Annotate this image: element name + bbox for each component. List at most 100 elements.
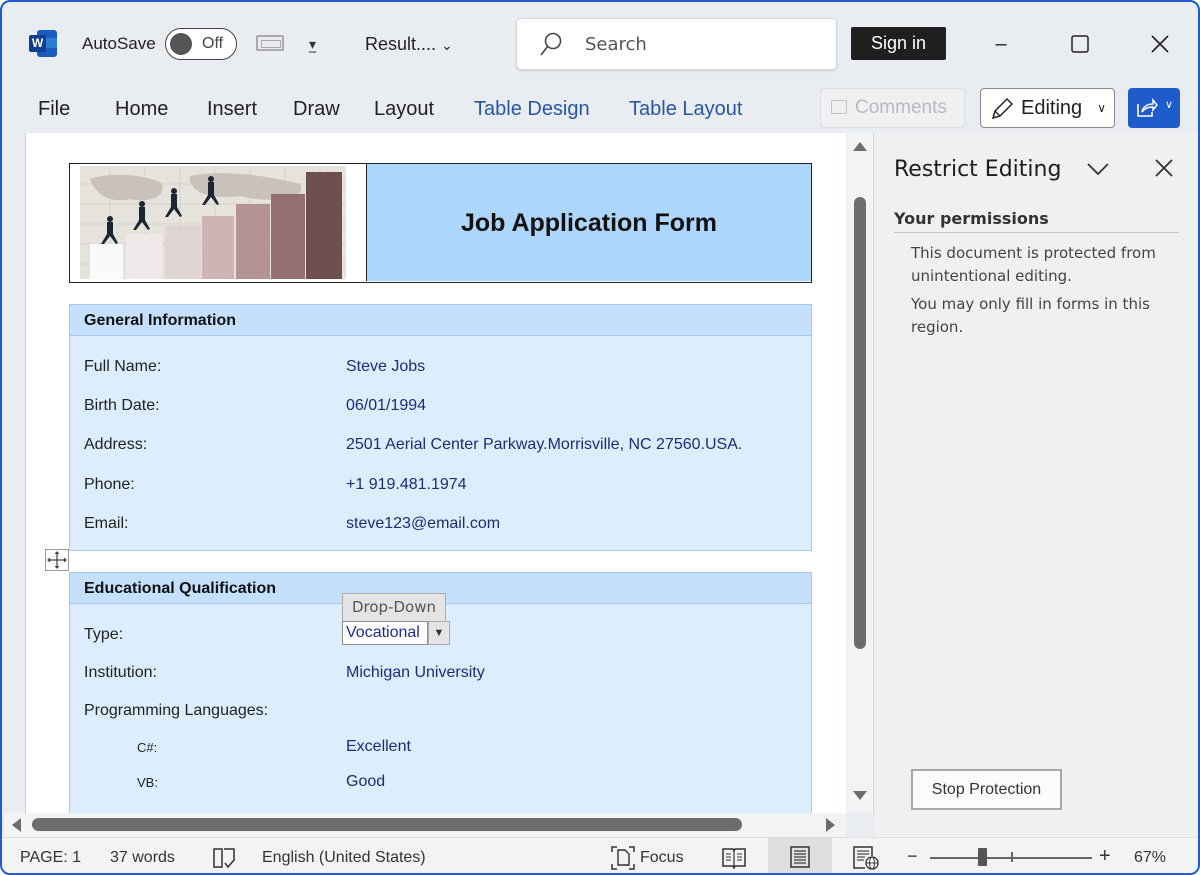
comments-label: Comments (855, 97, 947, 118)
language-indicator[interactable]: English (United States) (262, 849, 426, 867)
tab-table-design[interactable]: Table Design (474, 98, 590, 121)
full-name-field[interactable]: Steve Jobs (346, 358, 425, 376)
scroll-up-arrow-icon[interactable] (853, 142, 867, 151)
maximize-icon (1071, 35, 1089, 53)
word-logo-icon: W (29, 30, 57, 57)
comments-button[interactable]: Comments (820, 88, 965, 128)
form-row-language: C#: Excellent (70, 738, 811, 758)
focus-icon (611, 846, 635, 870)
field-label: Programming Languages: (84, 702, 269, 719)
form-row-phone: Phone: +1 919.481.1974 (70, 476, 811, 496)
scroll-left-arrow-icon[interactable] (12, 818, 21, 832)
tab-layout[interactable]: Layout (374, 98, 434, 121)
tab-home[interactable]: Home (115, 98, 168, 121)
field-label: Institution: (84, 664, 157, 681)
tab-file[interactable]: File (38, 98, 70, 121)
pane-options-chevron-icon[interactable] (1084, 155, 1112, 183)
move-arrows-icon (47, 551, 67, 569)
vertical-scroll-thumb[interactable] (854, 197, 866, 649)
form-row-institution: Institution: Michigan University (70, 664, 811, 684)
stairs-illustration (80, 166, 346, 279)
field-label: Type: (84, 626, 124, 643)
field-label: C#: (137, 740, 158, 755)
divider (894, 232, 1179, 233)
minimize-button[interactable]: – (978, 24, 1024, 64)
scroll-down-arrow-icon[interactable] (853, 791, 867, 800)
zoom-slider-thumb[interactable] (978, 848, 987, 866)
tab-table-layout[interactable]: Table Layout (629, 98, 742, 121)
document-title-text: Result.... (365, 34, 437, 54)
customize-toolbar-icon[interactable]: ▾̲ (309, 36, 316, 53)
word-count[interactable]: 37 words (110, 849, 175, 867)
document-canvas[interactable]: Job Application Form General Information… (4, 133, 846, 813)
page-margin (4, 133, 26, 813)
title-bar: W AutoSave Off ▾̲ Result.... ⌄ Search Si… (2, 2, 1198, 82)
web-layout-icon[interactable] (853, 846, 879, 870)
field-label: Birth Date: (84, 397, 160, 414)
vb-skill-field[interactable]: Good (346, 773, 385, 791)
print-layout-view-button[interactable] (768, 838, 832, 873)
birth-date-field[interactable]: 06/01/1994 (346, 397, 426, 415)
zoom-in-button[interactable]: + (1099, 845, 1111, 868)
email-field[interactable]: steve123@email.com (346, 515, 500, 533)
pencil-icon (991, 97, 1014, 120)
tab-draw[interactable]: Draw (293, 98, 340, 121)
permissions-heading: Your permissions (894, 209, 1049, 228)
stop-protection-button[interactable]: Stop Protection (911, 769, 1062, 810)
dropdown-arrow-icon[interactable]: ▼ (428, 621, 450, 645)
editing-label: Editing (1021, 97, 1083, 119)
zoom-slider-tick (1011, 852, 1013, 862)
scroll-right-arrow-icon[interactable] (826, 818, 835, 832)
csharp-skill-field[interactable]: Excellent (346, 738, 411, 756)
form-row-language: VB: Good (70, 773, 811, 793)
protection-notice: This document is protected from unintent… (911, 244, 1156, 285)
general-information-section: General Information Full Name: Steve Job… (69, 304, 812, 551)
maximize-button[interactable] (1057, 24, 1103, 64)
save-mode-icon[interactable] (256, 35, 284, 51)
proofing-book-icon[interactable] (212, 847, 236, 869)
search-icon (540, 32, 562, 56)
form-title-cell: Job Application Form (367, 164, 811, 281)
form-title: Job Application Form (460, 209, 718, 237)
form-row-programming-languages: Programming Languages: (70, 702, 811, 722)
focus-mode-button[interactable]: Focus (640, 849, 684, 867)
page-indicator[interactable]: PAGE: 1 (20, 849, 81, 867)
horizontal-scroll-thumb[interactable] (32, 818, 742, 831)
close-window-button[interactable] (1137, 24, 1183, 64)
autosave-toggle[interactable]: Off (165, 28, 237, 60)
form-row-birth-date: Birth Date: 06/01/1994 (70, 397, 811, 417)
document-title[interactable]: Result.... ⌄ (365, 34, 453, 55)
zoom-out-button[interactable]: − (907, 846, 918, 867)
word-window: W AutoSave Off ▾̲ Result.... ⌄ Search Si… (0, 0, 1200, 875)
dropdown-control-tag: Drop-Down (342, 593, 446, 622)
share-icon (1137, 98, 1158, 117)
institution-field[interactable]: Michigan University (346, 664, 485, 682)
chevron-down-icon: ⌄ (441, 37, 453, 53)
search-placeholder: Search (585, 34, 647, 55)
chevron-down-icon: ∨ (1164, 99, 1173, 111)
read-mode-icon[interactable] (722, 847, 746, 869)
sign-in-button[interactable]: Sign in (851, 27, 946, 60)
print-layout-icon (790, 846, 810, 868)
share-button[interactable]: ∨ (1128, 88, 1180, 128)
forms-only-notice: You may only fill in forms in this regio… (911, 295, 1150, 336)
field-label: Phone: (84, 476, 135, 493)
table-move-handle[interactable] (45, 549, 69, 571)
address-field[interactable]: 2501 Aerial Center Parkway.Morrisville, … (346, 436, 742, 454)
type-dropdown[interactable]: Vocational (342, 621, 428, 645)
zoom-level[interactable]: 67% (1134, 849, 1166, 867)
pane-close-icon[interactable] (1151, 155, 1177, 181)
field-label: VB: (137, 775, 158, 790)
tab-insert[interactable]: Insert (207, 98, 257, 121)
editing-mode-button[interactable]: Editing ∨ (980, 88, 1115, 128)
section-heading: General Information (70, 305, 811, 336)
vertical-scrollbar[interactable] (847, 133, 874, 813)
autosave-label: AutoSave (82, 34, 156, 53)
chevron-down-icon: ∨ (1097, 101, 1106, 115)
phone-field[interactable]: +1 919.481.1974 (346, 476, 467, 494)
restrict-editing-pane: Restrict Editing Your permissions This d… (875, 133, 1198, 837)
search-box[interactable]: Search (516, 18, 837, 70)
horizontal-scrollbar[interactable] (4, 813, 846, 837)
field-label: Email: (84, 515, 129, 532)
autosave-state: Off (202, 35, 224, 52)
